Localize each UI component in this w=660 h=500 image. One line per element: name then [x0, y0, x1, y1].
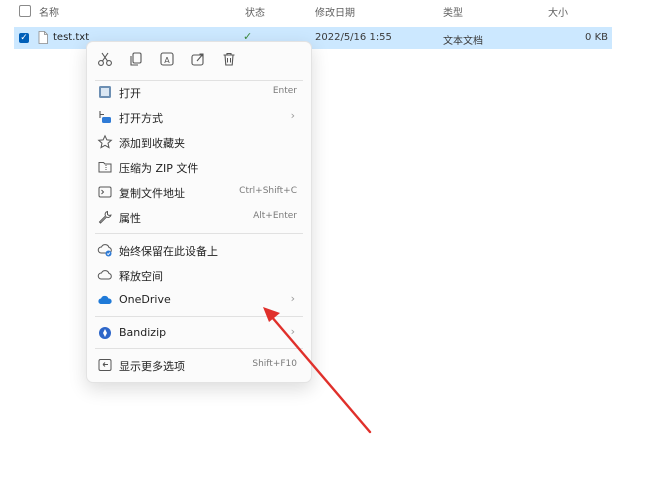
copy-icon[interactable]	[127, 50, 145, 68]
menu-label: 压缩为 ZIP 文件	[119, 162, 199, 175]
file-name[interactable]: test.txt	[53, 32, 89, 43]
menu-item-open[interactable]: 打开 Enter	[91, 81, 307, 103]
menu-divider	[95, 348, 303, 349]
menu-item-copy-path[interactable]: 复制文件地址 Ctrl+Shift+C	[91, 181, 307, 203]
menu-label: 添加到收藏夹	[119, 137, 185, 150]
menu-shortcut: Shift+F10	[252, 359, 297, 369]
trash-icon[interactable]	[220, 50, 238, 68]
menu-shortcut: Alt+Enter	[253, 211, 297, 221]
menu-label: 属性	[119, 212, 141, 225]
column-header: ⌃ 名称 状态 修改日期 类型 大小	[0, 0, 660, 24]
menu-label: 打开方式	[119, 112, 163, 125]
scissors-icon[interactable]	[96, 50, 114, 68]
svg-text:A: A	[164, 56, 170, 65]
column-type[interactable]: 类型	[443, 4, 463, 19]
menu-shortcut: Ctrl+Shift+C	[239, 186, 297, 196]
chevron-right-icon: ›	[290, 109, 295, 122]
menu-label: 打开	[119, 87, 141, 100]
share-icon[interactable]	[189, 50, 207, 68]
menu-divider	[95, 233, 303, 234]
chevron-right-icon: ›	[290, 325, 295, 338]
context-toolbar: A	[87, 42, 311, 76]
menu-item-onedrive[interactable]: OneDrive ›	[91, 289, 307, 311]
menu-label: 释放空间	[119, 270, 163, 283]
zip-folder-icon	[98, 162, 112, 173]
menu-divider	[95, 316, 303, 317]
menu-item-open-with[interactable]: 打开方式 ›	[91, 106, 307, 128]
copy-path-icon	[98, 186, 112, 198]
wrench-icon	[98, 210, 112, 224]
menu-item-free-space[interactable]: 释放空间	[91, 264, 307, 286]
row-checkbox[interactable]: ✓	[19, 33, 29, 43]
open-file-icon	[99, 86, 111, 98]
file-size: 0 KB	[585, 32, 608, 43]
chevron-right-icon: ›	[290, 292, 295, 305]
menu-item-properties[interactable]: 属性 Alt+Enter	[91, 206, 307, 228]
bandizip-icon	[99, 327, 111, 339]
file-modified: 2022/5/16 1:55	[315, 32, 392, 43]
menu-item-compress-zip[interactable]: 压缩为 ZIP 文件	[91, 156, 307, 178]
cloud-keep-icon	[97, 244, 112, 257]
cloud-icon	[97, 270, 112, 280]
context-menu: A 打开 Enter 打开方式 › 添加到收藏夹 压缩为 ZIP 文件 复制文件…	[86, 41, 312, 383]
menu-label: 始终保留在此设备上	[119, 245, 218, 258]
onedrive-icon	[98, 295, 112, 304]
file-type: 文本文档	[443, 36, 483, 47]
menu-item-add-favorites[interactable]: 添加到收藏夹	[91, 131, 307, 153]
menu-label: OneDrive	[119, 293, 171, 306]
menu-label: Bandizip	[119, 326, 167, 339]
rename-icon[interactable]: A	[158, 50, 176, 68]
open-with-icon	[99, 111, 111, 123]
menu-label: 复制文件地址	[119, 187, 185, 200]
select-all-checkbox[interactable]	[19, 5, 31, 17]
column-modified[interactable]: 修改日期	[315, 4, 355, 19]
menu-shortcut: Enter	[272, 86, 297, 96]
sort-caret-icon: ⌃	[124, 0, 132, 7]
menu-label: 显示更多选项	[119, 360, 185, 373]
menu-item-more-options[interactable]: 显示更多选项 Shift+F10	[91, 354, 307, 376]
star-icon	[97, 134, 113, 149]
menu-item-bandizip[interactable]: Bandizip ›	[91, 322, 307, 344]
text-file-icon	[38, 31, 48, 44]
column-status[interactable]: 状态	[245, 4, 265, 19]
more-options-icon	[98, 359, 112, 371]
column-name[interactable]: 名称	[39, 4, 59, 19]
column-size[interactable]: 大小	[548, 4, 568, 19]
menu-item-always-keep[interactable]: 始终保留在此设备上	[91, 239, 307, 261]
